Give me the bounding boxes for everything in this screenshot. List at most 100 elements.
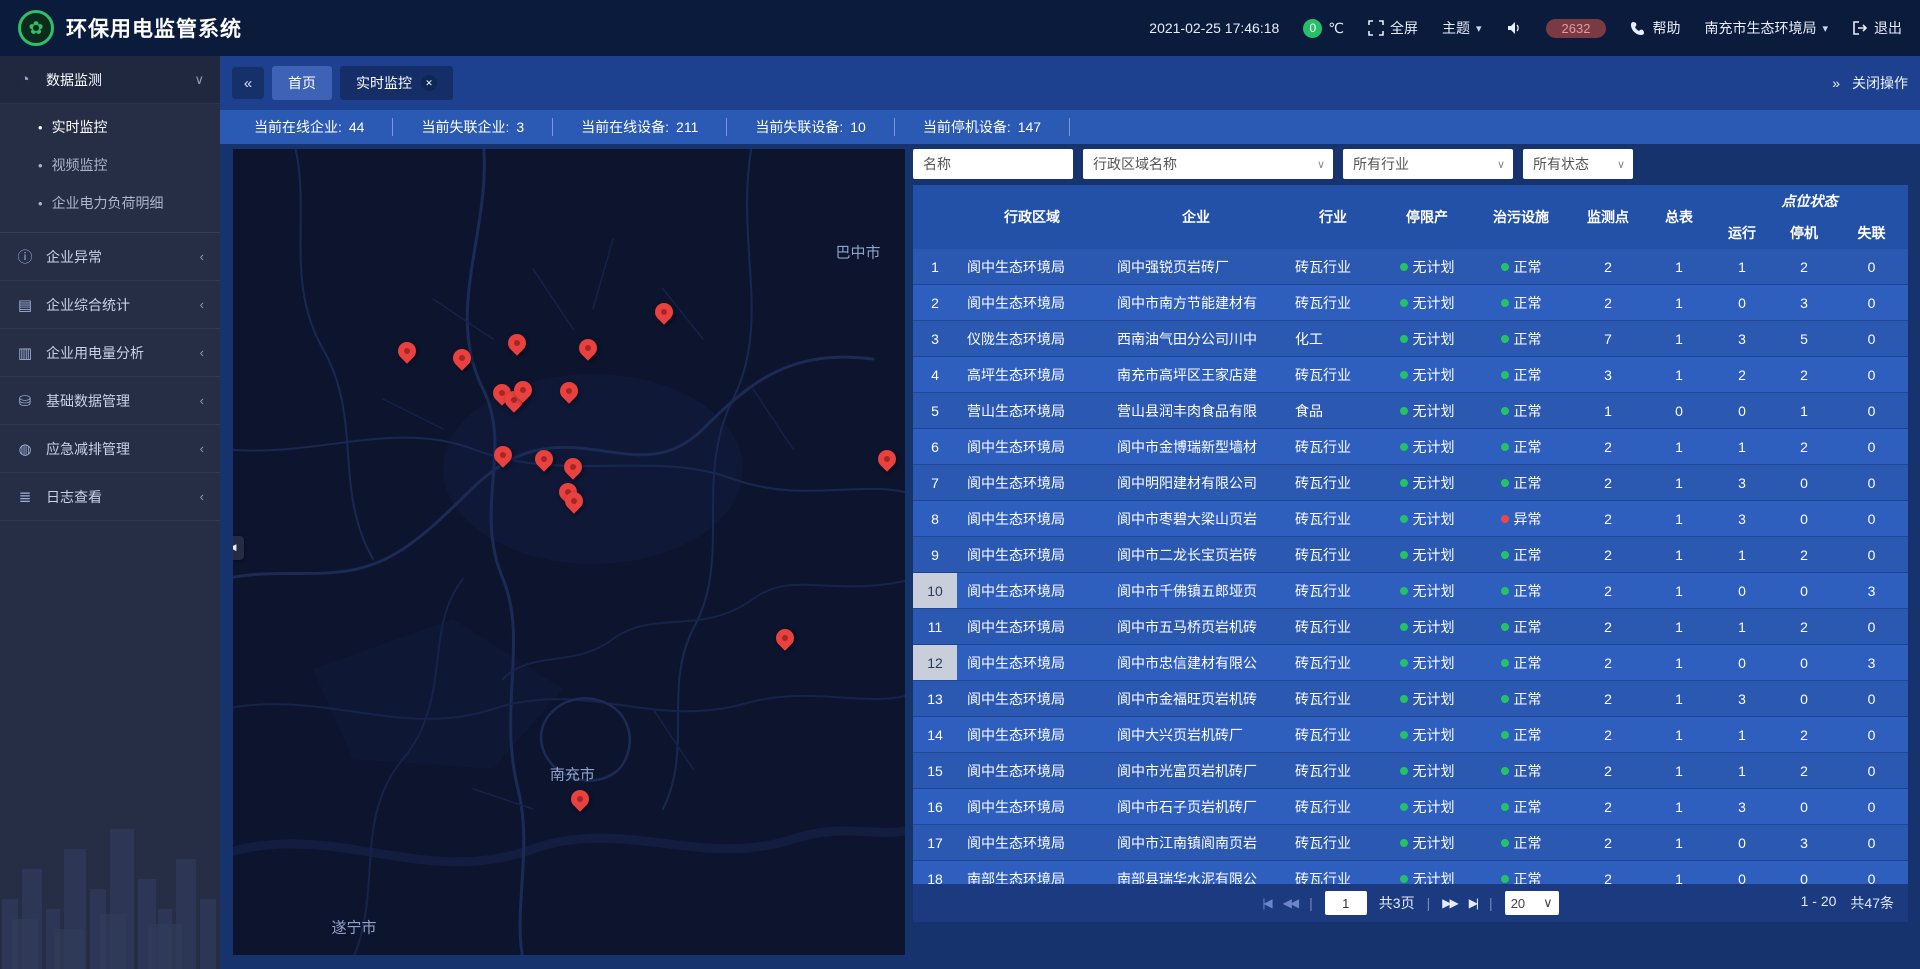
sidebar-item[interactable]: •实时监控 (0, 108, 220, 146)
stat-value: 10 (850, 119, 866, 135)
map-city-label: 遂宁市 (331, 916, 376, 937)
industry-filter-select[interactable]: 所有行业 ∨ (1343, 149, 1513, 179)
fullscreen-button[interactable]: 全屏 (1368, 18, 1418, 38)
sidebar-section[interactable]: ◍应急减排管理‹ (0, 425, 220, 473)
prev-page-button[interactable]: ◀◀ (1283, 896, 1297, 910)
report-icon: ▤ (16, 296, 34, 314)
map-pin-icon[interactable] (394, 339, 419, 364)
table-row[interactable]: 6阆中生态环境局阆中市金博瑞新型墙材砖瓦行业无计划正常21120 (913, 429, 1908, 465)
tab-realtime-monitor[interactable]: 实时监控 ✕ (340, 66, 453, 100)
tab-home[interactable]: 首页 (272, 66, 332, 100)
production-label: 无计划 (1413, 725, 1455, 745)
cell-company: 营山县润丰肉食品有限 (1107, 393, 1285, 428)
cell-facility: 异常 (1473, 501, 1569, 536)
announcement-button[interactable] (1506, 20, 1522, 36)
cell-facility: 正常 (1473, 465, 1569, 500)
tabs-scroll-left-button[interactable]: « (232, 67, 264, 99)
sidebar-section[interactable]: ⓘ企业异常‹ (0, 233, 220, 281)
next-page-button[interactable]: ▶▶ (1442, 896, 1456, 910)
map-pin-icon[interactable] (531, 446, 556, 471)
cell-meter: 1 (1647, 789, 1711, 824)
sidebar-section[interactable]: ▤企业综合统计‹ (0, 281, 220, 329)
map-pin-icon[interactable] (490, 443, 515, 468)
stat-item: 当前停机设备:147 (895, 118, 1070, 136)
cell-run: 1 (1711, 753, 1773, 788)
table-row[interactable]: 7阆中生态环境局阆中明阳建材有限公司砖瓦行业无计划正常21300 (913, 465, 1908, 501)
cell-industry: 砖瓦行业 (1285, 501, 1381, 536)
status-dot-icon (1501, 623, 1509, 631)
sidebar-menu: ◔数据监测∨ •实时监控•视频监控•企业电力负荷明细 ⓘ企业异常‹▤企业综合统计‹▥… (0, 56, 220, 521)
org-dropdown[interactable]: 南充市生态环境局▾ (1704, 18, 1828, 38)
map-overlay: 巴中市南充市遂宁市 (233, 149, 905, 955)
sidebar-section[interactable]: ⛁基础数据管理‹ (0, 377, 220, 425)
region-filter-select[interactable]: 行政区域名称 ∨ (1083, 149, 1333, 179)
facility-label: 正常 (1514, 725, 1542, 745)
page-number-input[interactable] (1325, 891, 1367, 915)
cell-region: 阆中生态环境局 (957, 285, 1107, 320)
theme-dropdown[interactable]: 主题▾ (1442, 18, 1482, 38)
table-row[interactable]: 2阆中生态环境局阆中市南方节能建材有砖瓦行业无计划正常21030 (913, 285, 1908, 321)
sidebar-section[interactable]: ▥企业用电量分析‹ (0, 329, 220, 377)
status-filter-select[interactable]: 所有状态 ∨ (1523, 149, 1633, 179)
fullscreen-icon (1368, 20, 1384, 36)
map-pin-icon[interactable] (560, 454, 585, 479)
help-button[interactable]: 帮助 (1630, 18, 1680, 38)
datetime: 2021-02-25 17:46:18 (1149, 20, 1279, 36)
table-row[interactable]: 16阆中生态环境局阆中市石子页岩机砖厂砖瓦行业无计划正常21300 (913, 789, 1908, 825)
map-pin-icon[interactable] (568, 786, 593, 811)
map-panel[interactable]: 巴中市南充市遂宁市 ◀ (233, 149, 905, 955)
table-row[interactable]: 10阆中生态环境局阆中市千佛镇五郎垭页砖瓦行业无计划正常21003 (913, 573, 1908, 609)
map-pin-icon[interactable] (651, 299, 676, 324)
page-size-select[interactable]: 20 ∨ (1505, 891, 1559, 915)
sidebar-section[interactable]: ≣日志查看‹ (0, 473, 220, 521)
table-row[interactable]: 4高坪生态环境局南充市高坪区王家店建砖瓦行业无计划正常31220 (913, 357, 1908, 393)
notice-count-badge[interactable]: 2632 (1546, 19, 1607, 38)
cell-run: 0 (1711, 285, 1773, 320)
stat-label: 当前在线设备: (581, 117, 669, 137)
sidebar-item[interactable]: •企业电力负荷明细 (0, 184, 220, 222)
status-dot-icon (1400, 515, 1408, 523)
col-run: 运行 (1711, 217, 1773, 249)
map-pin-icon[interactable] (449, 345, 474, 370)
table-row[interactable]: 18南部生态环境局南部县瑞华水泥有限公砖瓦行业无计划正常21000 (913, 861, 1908, 884)
table-row[interactable]: 15阆中生态环境局阆中市光富页岩机砖厂砖瓦行业无计划正常21120 (913, 753, 1908, 789)
cell-industry: 砖瓦行业 (1285, 573, 1381, 608)
chevron-down-icon: ∨ (1317, 158, 1325, 171)
chevron-left-icon: ‹ (200, 345, 204, 360)
table-row[interactable]: 11阆中生态环境局阆中市五马桥页岩机砖砖瓦行业无计划正常21120 (913, 609, 1908, 645)
col-stop: 停机 (1773, 217, 1835, 249)
map-pin-icon[interactable] (504, 331, 529, 356)
last-page-button[interactable]: ▶| (1469, 896, 1477, 910)
table-row[interactable]: 5营山生态环境局营山县润丰肉食品有限食品无计划正常10010 (913, 393, 1908, 429)
cell-company: 阆中市二龙长宝页岩砖 (1107, 537, 1285, 572)
map-pin-icon[interactable] (556, 378, 581, 403)
stat-item: 当前失联企业:3 (393, 118, 553, 136)
map-collapse-handle[interactable]: ◀ (233, 536, 244, 560)
table-row[interactable]: 17阆中生态环境局阆中市江南镇阆南页岩砖瓦行业无计划正常21030 (913, 825, 1908, 861)
sidebar-item[interactable]: •视频监控 (0, 146, 220, 184)
cell-monitor: 2 (1569, 465, 1647, 500)
table-row[interactable]: 14阆中生态环境局阆中大兴页岩机砖厂砖瓦行业无计划正常21120 (913, 717, 1908, 753)
facility-label: 正常 (1514, 653, 1542, 673)
name-filter-input[interactable] (913, 149, 1073, 179)
map-pin-icon[interactable] (576, 335, 601, 360)
status-dot-icon (1501, 443, 1509, 451)
first-page-button[interactable]: |◀ (1262, 896, 1270, 910)
table-row[interactable]: 8阆中生态环境局阆中市枣碧大梁山页岩砖瓦行业无计划异常21300 (913, 501, 1908, 537)
table-row[interactable]: 9阆中生态环境局阆中市二龙长宝页岩砖砖瓦行业无计划正常21120 (913, 537, 1908, 573)
close-operations-button[interactable]: 关闭操作 (1852, 73, 1908, 93)
table-row[interactable]: 12阆中生态环境局阆中市忠信建材有限公砖瓦行业无计划正常21003 (913, 645, 1908, 681)
table-row[interactable]: 13阆中生态环境局阆中市金福旺页岩机砖砖瓦行业无计划正常21300 (913, 681, 1908, 717)
cell-region: 阆中生态环境局 (957, 537, 1107, 572)
tabs-scroll-right-button[interactable]: » (1832, 75, 1840, 91)
map-pin-icon[interactable] (772, 626, 797, 651)
facility-label: 正常 (1514, 401, 1542, 421)
logout-button[interactable]: 退出 (1852, 18, 1902, 38)
tab-label: 实时监控 (356, 73, 412, 93)
production-label: 无计划 (1413, 653, 1455, 673)
table-row[interactable]: 3仪陇生态环境局西南油气田分公司川中化工无计划正常71350 (913, 321, 1908, 357)
table-row[interactable]: 1阆中生态环境局阆中强锐页岩砖厂砖瓦行业无计划正常21120 (913, 249, 1908, 285)
map-pin-icon[interactable] (874, 446, 899, 471)
sidebar-section[interactable]: ◔数据监测∨ (0, 56, 220, 104)
tab-close-icon[interactable]: ✕ (421, 75, 437, 91)
